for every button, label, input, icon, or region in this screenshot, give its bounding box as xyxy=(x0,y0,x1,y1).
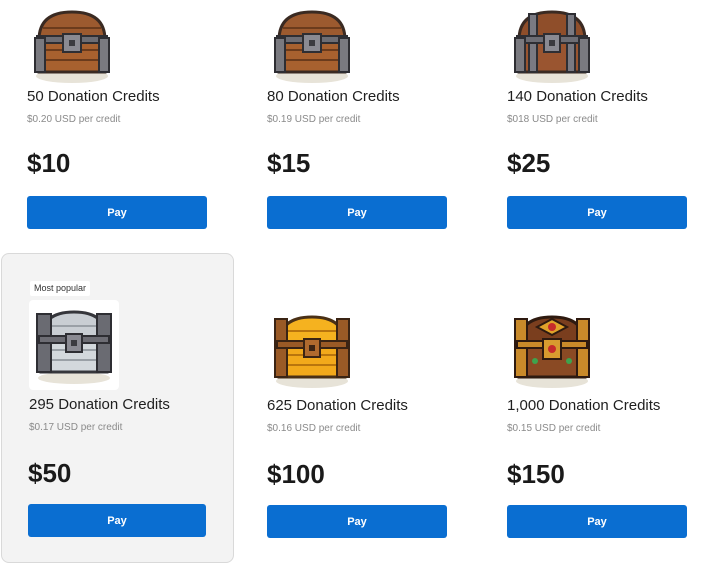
package-title: 140 Donation Credits xyxy=(507,88,648,105)
package-title: 295 Donation Credits xyxy=(29,396,170,413)
credit-package-card: 80 Donation Credits $0.19 USD per credit… xyxy=(240,0,447,240)
pay-button[interactable]: Pay xyxy=(507,505,687,538)
price-per-credit: $0.15 USD per credit xyxy=(507,423,601,434)
package-price: $100 xyxy=(267,459,325,489)
pay-button[interactable]: Pay xyxy=(267,196,447,229)
most-popular-badge: Most popular xyxy=(30,281,91,296)
package-title: 625 Donation Credits xyxy=(267,397,408,414)
brown-steel-chest-icon xyxy=(507,0,597,90)
package-title: 80 Donation Credits xyxy=(267,88,400,105)
credit-package-card: 625 Donation Credits $0.16 USD per credi… xyxy=(240,305,447,553)
credit-package-card: 1,000 Donation Credits $0.15 USD per cre… xyxy=(480,305,687,553)
pay-button[interactable]: Pay xyxy=(507,196,687,229)
brown-chest-icon xyxy=(267,0,357,90)
package-price: $25 xyxy=(507,148,551,178)
pay-button[interactable]: Pay xyxy=(27,196,207,229)
package-price: $15 xyxy=(267,148,311,178)
credit-package-card-popular: Most popular 295 Donation Credits $0.17 … xyxy=(1,253,234,563)
pay-button[interactable]: Pay xyxy=(267,505,447,538)
package-price: $50 xyxy=(28,458,72,488)
credit-package-card: 140 Donation Credits $018 USD per credit… xyxy=(480,0,687,240)
price-per-credit: $0.16 USD per credit xyxy=(267,423,361,434)
credit-package-card: 50 Donation Credits $0.20 USD per credit… xyxy=(0,0,207,240)
package-title: 1,000 Donation Credits xyxy=(507,397,661,414)
price-per-credit: $0.19 USD per credit xyxy=(267,114,361,125)
price-per-credit: $0.17 USD per credit xyxy=(29,422,123,433)
price-per-credit: $0.20 USD per credit xyxy=(27,114,121,125)
package-title: 50 Donation Credits xyxy=(27,88,160,105)
brown-chest-icon xyxy=(27,0,117,90)
pay-button[interactable]: Pay xyxy=(28,504,206,537)
package-price: $10 xyxy=(27,148,71,178)
jeweled-chest-icon xyxy=(507,305,597,395)
package-price: $150 xyxy=(507,459,565,489)
gold-chest-icon xyxy=(267,305,357,395)
silver-chest-icon xyxy=(29,300,119,390)
price-per-credit: $018 USD per credit xyxy=(507,114,598,125)
